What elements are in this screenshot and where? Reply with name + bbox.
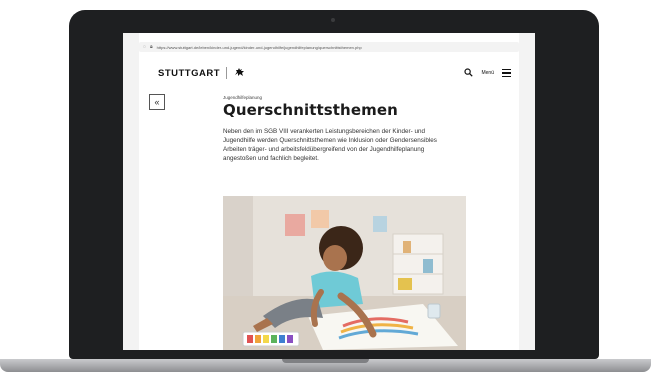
laptop-hinge-notch — [282, 359, 369, 363]
right-gutter — [519, 33, 535, 350]
header-actions: Menü — [464, 67, 511, 79]
logo-divider — [226, 67, 228, 79]
shield-icon: ◌ — [143, 44, 146, 50]
horse-icon — [234, 67, 245, 80]
breadcrumb[interactable]: Jugendhilfeplanung — [223, 95, 262, 100]
back-button[interactable]: « — [149, 94, 165, 110]
browser-screen: ◌ 🔒︎ https://www.stuttgart.de/leben/kind… — [123, 33, 535, 350]
camera-dot — [331, 18, 335, 22]
site-logo[interactable]: STUTTGART — [158, 68, 220, 79]
hamburger-menu-icon[interactable] — [502, 69, 511, 77]
double-chevron-left-icon: « — [154, 97, 160, 107]
left-gutter — [123, 33, 139, 350]
site-header: STUTTGART Menü — [139, 61, 519, 85]
address-bar[interactable]: ◌ 🔒︎ https://www.stuttgart.de/leben/kind… — [139, 42, 519, 52]
intro-paragraph: Neben den im SGB VIII verankerten Leistu… — [223, 128, 437, 162]
laptop-bezel: ◌ 🔒︎ https://www.stuttgart.de/leben/kind… — [69, 10, 599, 359]
menu-button-label[interactable]: Menü — [481, 70, 494, 76]
url-text[interactable]: https://www.stuttgart.de/leben/kinder-un… — [157, 45, 362, 50]
search-icon[interactable] — [464, 67, 474, 79]
lock-icon: 🔒︎ — [149, 44, 153, 50]
page-title: Querschnittsthemen — [223, 101, 398, 119]
hero-image — [223, 196, 466, 350]
